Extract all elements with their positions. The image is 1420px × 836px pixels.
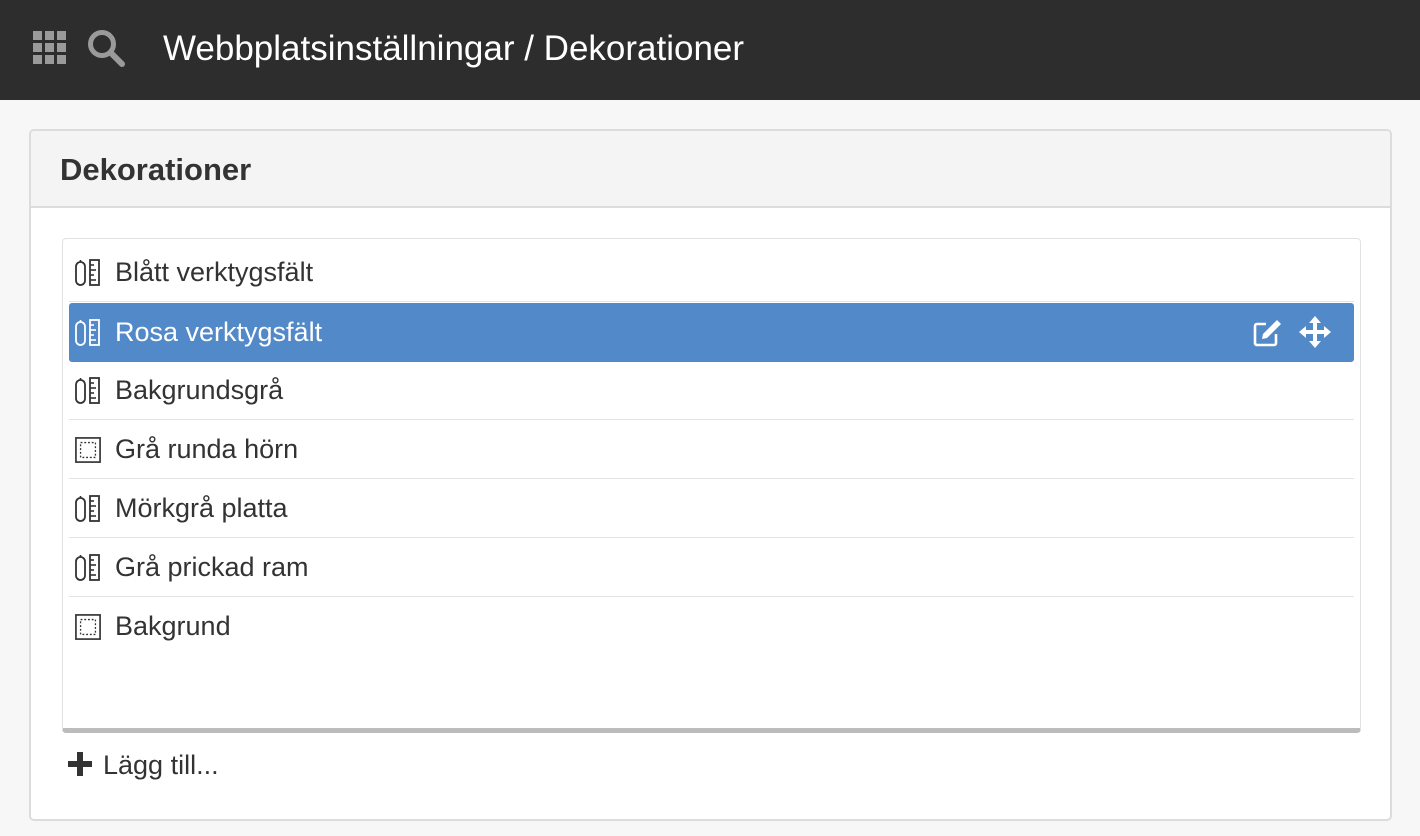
- toolbar-decoration-icon: [75, 377, 100, 404]
- list-item-label: Grå runda hörn: [115, 434, 299, 464]
- list-item-label: Bakgrundsgrå: [115, 375, 284, 405]
- decorations-panel: Dekorationer Blått verktygsfält Rosa ver…: [29, 129, 1392, 821]
- panel-header: Dekorationer: [31, 131, 1390, 208]
- frame-decoration-icon: [75, 614, 101, 640]
- list-item-label: Mörkgrå platta: [115, 493, 288, 523]
- toolbar-decoration-icon: [75, 495, 100, 522]
- list-item-selected[interactable]: Rosa verktygsfält: [69, 303, 1354, 362]
- list-item[interactable]: Grå prickad ram: [69, 538, 1354, 597]
- list-item[interactable]: Blått verktygsfält: [69, 243, 1354, 302]
- list-item-label: Blått verktygsfält: [115, 257, 314, 287]
- move-icon[interactable]: [1299, 316, 1331, 348]
- decorations-list: Blått verktygsfält Rosa verktygsfält Bak…: [62, 238, 1361, 733]
- toolbar-decoration-icon: [75, 554, 100, 581]
- search-icon[interactable]: [86, 28, 126, 68]
- list-item-label: Rosa verktygsfält: [115, 317, 323, 347]
- list-item-label: Grå prickad ram: [115, 552, 309, 582]
- toolbar-decoration-icon: [75, 319, 100, 346]
- toolbar-decoration-icon: [75, 259, 100, 286]
- top-bar: Webbplatsinställningar / Dekorationer: [0, 0, 1420, 100]
- list-item[interactable]: Grå runda hörn: [69, 420, 1354, 479]
- list-item[interactable]: Bakgrundsgrå: [69, 361, 1354, 420]
- list-item-label: Bakgrund: [115, 611, 231, 641]
- list-item[interactable]: Bakgrund: [69, 597, 1354, 656]
- apps-grid-icon[interactable]: [33, 31, 67, 65]
- list-item[interactable]: Mörkgrå platta: [69, 479, 1354, 538]
- add-label: Lägg till...: [103, 750, 219, 780]
- plus-icon: [68, 752, 92, 776]
- page-title: Webbplatsinställningar / Dekorationer: [163, 29, 745, 68]
- panel-title: Dekorationer: [60, 152, 252, 187]
- frame-decoration-icon: [75, 437, 101, 463]
- edit-icon[interactable]: [1252, 318, 1282, 348]
